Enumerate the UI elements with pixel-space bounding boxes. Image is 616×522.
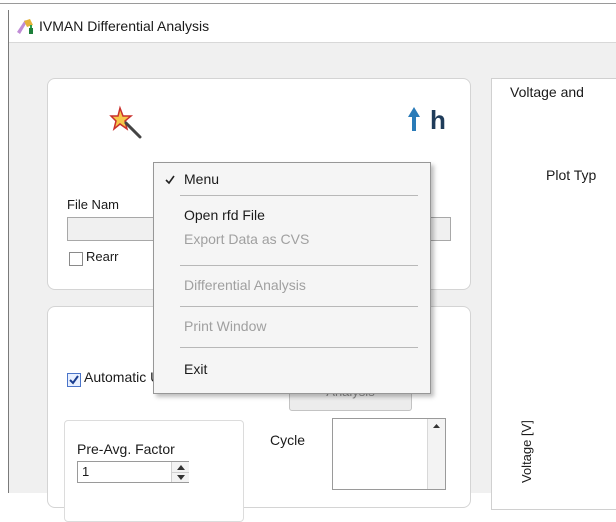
- plot-type-label: Plot Typ: [546, 167, 597, 183]
- menu-item-label: Print Window: [184, 318, 267, 334]
- cycle-listbox[interactable]: [332, 418, 446, 490]
- spinner-down-button[interactable]: [172, 472, 189, 482]
- cycle-label: Cycle: [270, 432, 306, 448]
- check-icon: [69, 375, 79, 385]
- rearrange-checkbox[interactable]: [69, 252, 83, 266]
- rearrange-label: Rearr: [86, 249, 119, 264]
- y-axis-label: Voltage [V]: [519, 420, 534, 483]
- menu-item-label: Exit: [184, 361, 208, 377]
- pre-avg-label: Pre-Avg. Factor: [77, 441, 175, 457]
- menu-item-label: Export Data as CVS: [184, 231, 310, 247]
- menu-separator: [180, 195, 418, 196]
- screen-edge: [0, 0, 616, 4]
- context-menu: Menu Open rfd File Export Data as CVS Di…: [153, 162, 431, 394]
- pre-avg-spinner[interactable]: [171, 462, 189, 482]
- pre-avg-group: Pre-Avg. Factor 1: [64, 420, 244, 522]
- automatic-update-checkbox[interactable]: [67, 373, 81, 387]
- menu-item-label: Menu: [184, 171, 220, 187]
- caret-up-icon: [176, 464, 185, 470]
- caret-down-icon: [176, 474, 185, 480]
- menu-item-label: Open rfd File: [184, 207, 265, 223]
- plot-pane: [491, 78, 616, 510]
- cycle-scrollbar[interactable]: [427, 419, 445, 489]
- file-name-label: File Nam: [67, 197, 120, 212]
- tab-voltage[interactable]: Voltage and: [491, 78, 616, 104]
- menu-item-differential-analysis[interactable]: Differential Analysis: [154, 273, 430, 297]
- app-window: IVMAN Differential Analysis h File Nam R…: [8, 10, 616, 522]
- checkmark-icon: [165, 175, 175, 185]
- menu-separator: [180, 306, 418, 307]
- menu-item-exit[interactable]: Exit: [154, 357, 430, 381]
- app-logo-icon: [17, 19, 33, 34]
- menu-item-menu[interactable]: Menu: [154, 167, 430, 191]
- window-title: IVMAN Differential Analysis: [39, 18, 210, 34]
- menu-separator: [180, 265, 418, 266]
- menu-item-label: Differential Analysis: [184, 277, 306, 293]
- logo-arrow-icon: [408, 107, 420, 131]
- menu-item-open-rfd[interactable]: Open rfd File: [154, 203, 430, 227]
- magic-wand-icon: [109, 105, 142, 139]
- menu-separator: [180, 347, 418, 348]
- logo-text: h: [430, 105, 446, 135]
- main-content: h File Nam Rearr Automatic Update Differ…: [9, 43, 616, 522]
- menu-item-print-window[interactable]: Print Window: [154, 314, 430, 338]
- scroll-up-icon[interactable]: [428, 419, 445, 433]
- menu-item-export-data[interactable]: Export Data as CVS: [154, 227, 430, 251]
- title-bar[interactable]: IVMAN Differential Analysis: [9, 10, 616, 43]
